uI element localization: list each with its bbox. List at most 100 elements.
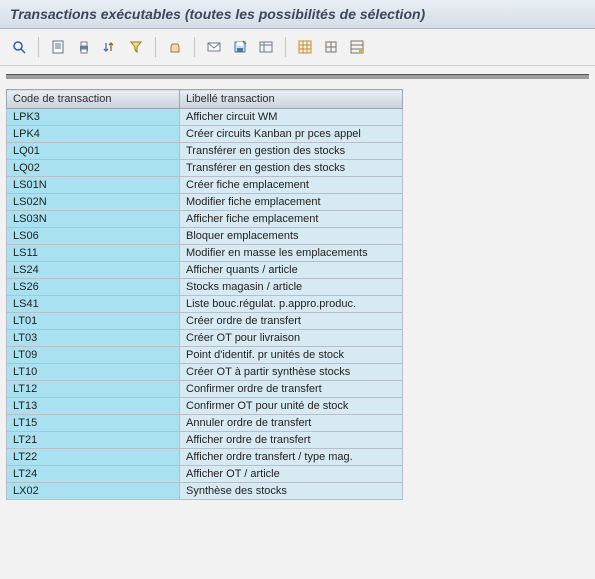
toolbar-separator [155, 37, 156, 57]
tx-label-cell[interactable]: Afficher ordre transfert / type mag. [180, 449, 403, 466]
tx-label-cell[interactable]: Créer ordre de transfert [180, 313, 403, 330]
tx-code-cell[interactable]: LS26 [7, 279, 180, 296]
table-row[interactable]: LT12Confirmer ordre de transfert [7, 381, 403, 398]
tx-label-cell[interactable]: Bloquer emplacements [180, 228, 403, 245]
table-row[interactable]: LS02NModifier fiche emplacement [7, 194, 403, 211]
sort-icon [103, 40, 117, 54]
tx-code-cell[interactable]: LX02 [7, 483, 180, 500]
title-bar: Transactions exécutables (toutes les pos… [0, 0, 595, 29]
tx-code-cell[interactable]: LT09 [7, 347, 180, 364]
table-row[interactable]: LS41Liste bouc.régulat. p.appro.produc. [7, 296, 403, 313]
tx-label-cell[interactable]: Modifier fiche emplacement [180, 194, 403, 211]
table-row[interactable]: LS24Afficher quants / article [7, 262, 403, 279]
table-row[interactable]: LS06Bloquer emplacements [7, 228, 403, 245]
table-row[interactable]: LT03Créer OT pour livraison [7, 330, 403, 347]
details-button[interactable] [8, 36, 30, 58]
tx-label-cell[interactable]: Synthèse des stocks [180, 483, 403, 500]
sheet-icon [51, 40, 65, 54]
tx-code-cell[interactable]: LT03 [7, 330, 180, 347]
tx-code-cell[interactable]: LT12 [7, 381, 180, 398]
tx-code-cell[interactable]: LT10 [7, 364, 180, 381]
divider [6, 74, 589, 79]
tx-label-cell[interactable]: Confirmer ordre de transfert [180, 381, 403, 398]
tx-code-cell[interactable]: LT15 [7, 415, 180, 432]
tx-label-cell[interactable]: Stocks magasin / article [180, 279, 403, 296]
tx-label-cell[interactable]: Afficher quants / article [180, 262, 403, 279]
tx-label-cell[interactable]: Transférer en gestion des stocks [180, 160, 403, 177]
hand-icon [168, 40, 182, 54]
table-row[interactable]: LQ02Transférer en gestion des stocks [7, 160, 403, 177]
select-layout-button[interactable] [255, 36, 277, 58]
tx-code-cell[interactable]: LS03N [7, 211, 180, 228]
toolbar-separator [285, 37, 286, 57]
table-row[interactable]: LT21Afficher ordre de transfert [7, 432, 403, 449]
tx-label-cell[interactable]: Créer fiche emplacement [180, 177, 403, 194]
save-layout-button[interactable] [229, 36, 251, 58]
table-row[interactable]: LPK3Afficher circuit WM [7, 109, 403, 126]
tx-label-cell[interactable]: Point d'identif. pr unités de stock [180, 347, 403, 364]
tx-code-cell[interactable]: LQ02 [7, 160, 180, 177]
tx-code-cell[interactable]: LT21 [7, 432, 180, 449]
tx-label-cell[interactable]: Créer OT pour livraison [180, 330, 403, 347]
tx-code-cell[interactable]: LT13 [7, 398, 180, 415]
tx-code-cell[interactable]: LQ01 [7, 143, 180, 160]
tx-code-cell[interactable]: LT22 [7, 449, 180, 466]
toolbar-separator [38, 37, 39, 57]
tx-code-cell[interactable]: LS41 [7, 296, 180, 313]
disk-icon [233, 40, 247, 54]
tx-code-cell[interactable]: LS02N [7, 194, 180, 211]
tx-label-cell[interactable]: Afficher ordre de transfert [180, 432, 403, 449]
tx-label-cell[interactable]: Transférer en gestion des stocks [180, 143, 403, 160]
tx-code-cell[interactable]: LPK4 [7, 126, 180, 143]
tx-code-cell[interactable]: LS06 [7, 228, 180, 245]
grid-small-button[interactable] [320, 36, 342, 58]
tx-label-cell[interactable]: Liste bouc.régulat. p.appro.produc. [180, 296, 403, 313]
table-row[interactable]: LS03NAfficher fiche emplacement [7, 211, 403, 228]
mail-button[interactable] [203, 36, 225, 58]
table-row[interactable]: LT13Confirmer OT pour unité de stock [7, 398, 403, 415]
work-area: Code de transaction Libellé transaction … [0, 66, 595, 508]
tx-label-cell[interactable]: Afficher OT / article [180, 466, 403, 483]
table-row[interactable]: LX02Synthèse des stocks [7, 483, 403, 500]
tx-code-cell[interactable]: LS11 [7, 245, 180, 262]
table-row[interactable]: LT01Créer ordre de transfert [7, 313, 403, 330]
table-row[interactable]: LPK4Créer circuits Kanban pr pces appel [7, 126, 403, 143]
grid-totals-icon [350, 40, 364, 54]
sort-button[interactable] [99, 36, 121, 58]
printer-icon [77, 40, 91, 54]
tx-label-cell[interactable]: Annuler ordre de transfert [180, 415, 403, 432]
tx-code-cell[interactable]: LS01N [7, 177, 180, 194]
print-button[interactable] [73, 36, 95, 58]
table-row[interactable]: LT22Afficher ordre transfert / type mag. [7, 449, 403, 466]
transactions-table: Code de transaction Libellé transaction … [6, 89, 403, 500]
col-header-code[interactable]: Code de transaction [7, 90, 180, 109]
tx-code-cell[interactable]: LT01 [7, 313, 180, 330]
table-row[interactable]: LS26Stocks magasin / article [7, 279, 403, 296]
send-button[interactable] [164, 36, 186, 58]
tx-label-cell[interactable]: Afficher circuit WM [180, 109, 403, 126]
table-row[interactable]: LT09Point d'identif. pr unités de stock [7, 347, 403, 364]
col-header-label[interactable]: Libellé transaction [180, 90, 403, 109]
tx-code-cell[interactable]: LT24 [7, 466, 180, 483]
table-row[interactable]: LS01NCréer fiche emplacement [7, 177, 403, 194]
page-title: Transactions exécutables (toutes les pos… [10, 6, 585, 22]
table-row[interactable]: LT24Afficher OT / article [7, 466, 403, 483]
table-row[interactable]: LT10Créer OT à partir synthèse stocks [7, 364, 403, 381]
grid-button[interactable] [294, 36, 316, 58]
table-row[interactable]: LS11Modifier en masse les emplacements [7, 245, 403, 262]
tx-label-cell[interactable]: Afficher fiche emplacement [180, 211, 403, 228]
tx-code-cell[interactable]: LPK3 [7, 109, 180, 126]
grid-icon [298, 40, 312, 54]
table-row[interactable]: LQ01Transférer en gestion des stocks [7, 143, 403, 160]
tx-label-cell[interactable]: Créer circuits Kanban pr pces appel [180, 126, 403, 143]
filter-button[interactable] [125, 36, 147, 58]
funnel-icon [129, 40, 143, 54]
table-row[interactable]: LT15Annuler ordre de transfert [7, 415, 403, 432]
tx-code-cell[interactable]: LS24 [7, 262, 180, 279]
tx-label-cell[interactable]: Modifier en masse les emplacements [180, 245, 403, 262]
tx-label-cell[interactable]: Créer OT à partir synthèse stocks [180, 364, 403, 381]
tx-label-cell[interactable]: Confirmer OT pour unité de stock [180, 398, 403, 415]
table-header-row: Code de transaction Libellé transaction [7, 90, 403, 109]
grid-totals-button[interactable] [346, 36, 368, 58]
export-button[interactable] [47, 36, 69, 58]
